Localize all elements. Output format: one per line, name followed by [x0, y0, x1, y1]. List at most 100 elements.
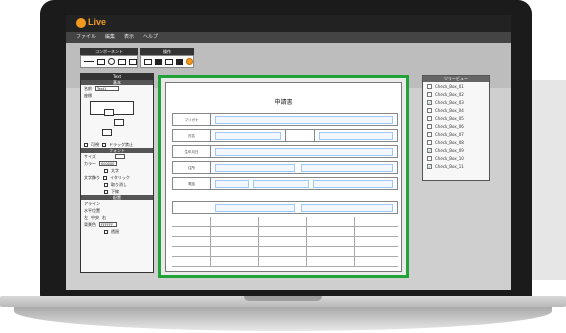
app-titlebar: Live	[66, 15, 511, 32]
menu-bar: ファイル 編集 表示 ヘルプ	[66, 32, 511, 43]
color-input[interactable]: 000000	[99, 161, 117, 166]
table-column-divider	[306, 217, 307, 267]
tree-view-panel: ツリービュー Check_Box_01 Check_Box_02 ✓ Check_Bo…	[422, 75, 490, 181]
menu-file[interactable]: ファイル	[76, 32, 96, 43]
components-header: コンポーネント	[80, 48, 138, 55]
tree-view-item[interactable]: Check_Box_01	[423, 82, 489, 90]
undo-icon[interactable]	[154, 58, 163, 65]
text-tool-icon[interactable]	[118, 58, 126, 65]
tree-view-item[interactable]: Check_Box_07	[423, 130, 489, 138]
form-field[interactable]	[253, 180, 309, 188]
table-row	[172, 227, 398, 237]
halign-label: 水平位置	[84, 207, 100, 213]
menu-edit[interactable]: 編集	[105, 32, 115, 43]
color-label: カラー	[84, 160, 96, 166]
form-row-phone: 電話	[172, 177, 398, 190]
form-title: 申請書	[274, 99, 293, 106]
form-field[interactable]	[301, 204, 393, 212]
unchecked-box-icon[interactable]	[427, 115, 432, 121]
size-label: サイズ	[84, 153, 96, 159]
form-field[interactable]	[319, 132, 393, 140]
unchecked-box-icon[interactable]	[427, 107, 432, 113]
tree-view-item[interactable]: Check_Box_06	[423, 122, 489, 130]
unchecked-box-icon[interactable]	[427, 123, 432, 129]
halign-left-option[interactable]: 左	[84, 215, 88, 221]
position-offset-box[interactable]	[114, 119, 124, 126]
rect-tool-icon[interactable]	[97, 58, 105, 65]
tree-view-item[interactable]: ✓ Check_Box_11	[423, 162, 489, 170]
drag-lock-checkbox[interactable]	[102, 142, 106, 147]
strike-label: 取り消し	[111, 181, 127, 187]
tree-view-item[interactable]: ✓ Check_Box_09	[423, 146, 489, 154]
settings-icon[interactable]	[186, 58, 194, 65]
position-anchor-box[interactable]	[104, 109, 114, 116]
form-field[interactable]	[215, 148, 393, 156]
form-field[interactable]	[215, 180, 249, 188]
bg-input[interactable]: FFFFFF	[99, 222, 117, 227]
halign-center-option[interactable]: 中央	[91, 215, 99, 221]
form-field[interactable]	[215, 204, 295, 212]
bold-label: 太字	[111, 167, 119, 173]
form-preview-frame: 申請書 フリガナ 氏名 生年月日 住所 電話	[158, 75, 409, 278]
name-input[interactable]: Text1	[95, 86, 119, 91]
transparent-checkbox[interactable]	[104, 229, 108, 234]
laptop-base-bottom	[14, 307, 552, 331]
tree-view-item[interactable]: Check_Box_10	[423, 154, 489, 162]
unchecked-box-icon[interactable]	[427, 155, 432, 161]
menu-view[interactable]: 表示	[124, 32, 134, 43]
line-tool-icon[interactable]	[84, 61, 94, 62]
tree-view-item-label: Check_Box_09	[435, 147, 464, 153]
circle-tool-icon[interactable]	[108, 58, 115, 65]
size-input[interactable]	[114, 154, 125, 159]
halign-right-option[interactable]: 右	[102, 215, 106, 221]
transparent-row: 透過	[81, 228, 153, 235]
form-field[interactable]	[301, 164, 393, 172]
form-field[interactable]	[215, 132, 281, 140]
unchecked-box-icon[interactable]	[427, 91, 432, 97]
tree-view-item-label: Check_Box_04	[435, 107, 464, 113]
checked-box-icon[interactable]: ✓	[427, 147, 432, 153]
halign-row: 水平位置	[81, 207, 153, 214]
unchecked-box-icon[interactable]	[427, 83, 432, 89]
select-tool-icon[interactable]	[144, 58, 152, 65]
tree-view-item[interactable]: Check_Box_05	[423, 114, 489, 122]
bold-checkbox[interactable]	[104, 168, 108, 173]
save-icon[interactable]	[175, 58, 184, 65]
unchecked-box-icon[interactable]	[427, 139, 432, 145]
properties-panel: Text 基本 名前 Text1 座標 可視 ドラッグ禁止 フォント サイズ カ…	[80, 73, 154, 273]
strike-checkbox[interactable]	[104, 182, 108, 187]
redo-icon[interactable]	[165, 58, 173, 65]
position-row: 座標	[81, 92, 153, 99]
form-sheet: 申請書 フリガナ 氏名 生年月日 住所 電話	[165, 82, 402, 272]
app-logo-text: Live	[88, 17, 107, 27]
tree-view-item-label: Check_Box_10	[435, 155, 464, 161]
style-row-underline: 下線	[81, 188, 153, 195]
checked-box-icon[interactable]: ✓	[427, 99, 432, 105]
tree-view-item[interactable]: Check_Box_08	[423, 138, 489, 146]
align-label: アライン	[84, 200, 100, 206]
form-field[interactable]	[215, 116, 393, 124]
style-label: 文字飾り	[84, 174, 100, 180]
underline-checkbox[interactable]	[104, 189, 108, 194]
form-field[interactable]	[313, 180, 393, 188]
visible-checkbox[interactable]	[84, 142, 88, 147]
table-row	[172, 257, 398, 267]
menu-help[interactable]: ヘルプ	[143, 32, 158, 43]
italic-checkbox[interactable]	[103, 175, 107, 180]
position-size-box[interactable]	[102, 129, 112, 136]
form-row-label: 氏名	[173, 130, 211, 141]
table-column-divider	[354, 217, 355, 267]
bg-label: 背景色	[84, 221, 96, 227]
unchecked-box-icon[interactable]	[427, 131, 432, 137]
form-row-label: 生年月日	[173, 146, 211, 157]
tree-view-item-label: Check_Box_03	[435, 99, 464, 105]
tree-view-item[interactable]: Check_Box_02	[423, 90, 489, 98]
checked-box-icon[interactable]: ✓	[427, 163, 432, 169]
table-row	[172, 217, 398, 227]
form-field[interactable]	[215, 164, 295, 172]
tree-view-item[interactable]: Check_Box_04	[423, 106, 489, 114]
tree-view-item[interactable]: ✓ Check_Box_03	[423, 98, 489, 106]
field-tool-icon[interactable]	[129, 58, 137, 65]
style-row-bold: 太字	[81, 167, 153, 174]
components-toolbar	[80, 55, 138, 68]
